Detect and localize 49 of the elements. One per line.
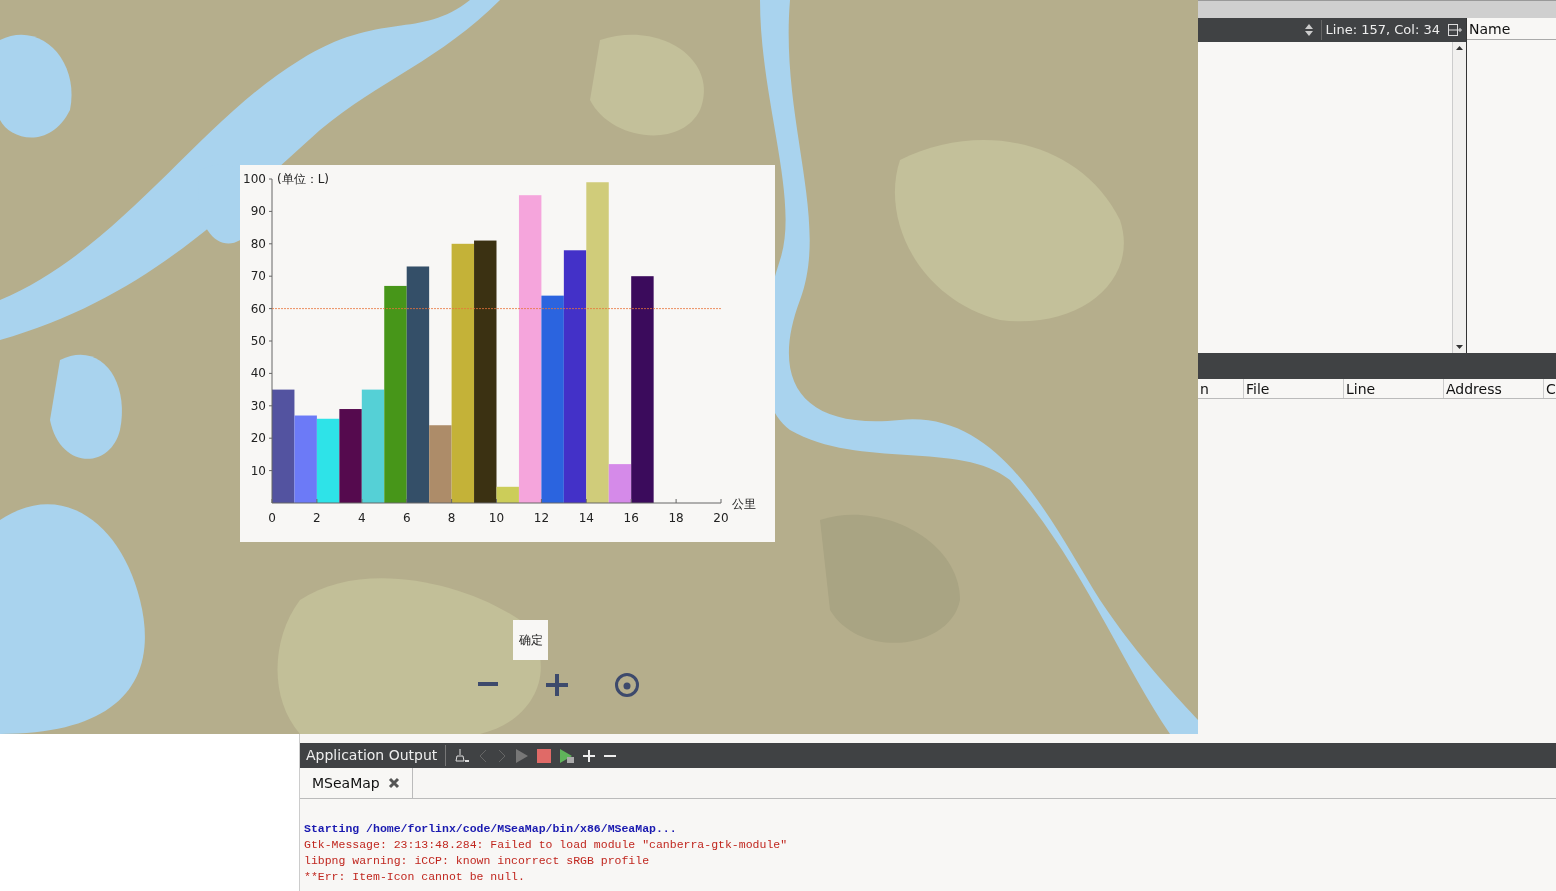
tick-label: 100 xyxy=(243,172,266,186)
tick-label: 80 xyxy=(250,236,266,251)
tick-label: 60 xyxy=(250,301,266,316)
column-header[interactable]: Address xyxy=(1444,379,1544,398)
stop-icon[interactable] xyxy=(537,748,552,763)
tick-label: 0 xyxy=(268,511,276,525)
axis-unit-label: 公里 xyxy=(732,497,756,511)
column-header[interactable]: C xyxy=(1544,379,1556,398)
tick-label: 14 xyxy=(578,511,594,525)
cursor-position: Line: 157, Col: 34 xyxy=(1320,20,1440,40)
close-icon[interactable] xyxy=(387,777,400,789)
locate-icon[interactable] xyxy=(614,672,640,698)
split-icon[interactable] xyxy=(1448,24,1462,36)
tick-label: 20 xyxy=(250,431,266,446)
tick-label: 8 xyxy=(447,511,456,525)
tick-label: 40 xyxy=(250,366,266,381)
column-header[interactable]: Name xyxy=(1467,18,1556,40)
output-line: libpng warning: iCCP: known incorrect sRGB profile xyxy=(304,853,651,869)
panel-title: Application Output xyxy=(306,745,447,766)
tick-label: 16 xyxy=(623,511,639,525)
column-header[interactable]: n xyxy=(1198,379,1244,398)
tick-label: 70 xyxy=(250,269,266,284)
zoom-in-icon[interactable] xyxy=(546,674,568,696)
tick-label: 50 xyxy=(250,334,266,348)
tick-label: 6 xyxy=(402,511,411,525)
tick-label: 2 xyxy=(313,511,321,525)
tick-label: 10 xyxy=(250,463,266,478)
tick-label: 18 xyxy=(668,511,684,525)
tick-label: 4 xyxy=(358,511,366,525)
output-line: Starting /home/forlinx/code/MSeaMap/bin/x86/MSeaMap... xyxy=(304,821,678,837)
output-line: **Err: Item-Icon cannot be null. xyxy=(304,869,526,885)
debug-run-icon[interactable] xyxy=(560,748,575,763)
tick-label: 10 xyxy=(488,511,505,525)
scroll-up-icon[interactable] xyxy=(1456,46,1463,50)
tick-label: 20 xyxy=(713,511,729,525)
tick-label: 12 xyxy=(533,511,550,525)
scroll-down-icon[interactable] xyxy=(1456,345,1463,349)
tick-label: 30 xyxy=(250,398,266,413)
scrollbar[interactable] xyxy=(1452,42,1466,353)
column-header[interactable]: Line xyxy=(1344,379,1444,398)
column-header[interactable]: File xyxy=(1244,379,1344,398)
plus-icon[interactable] xyxy=(583,749,596,762)
confirm-button[interactable]: 确定 xyxy=(513,620,548,660)
output-line: Gtk-Message: 23:13:48.284: Failed to load module "canberra-gtk-module" xyxy=(304,837,789,853)
zoom-out-icon[interactable] xyxy=(478,680,498,688)
tick-label: 90 xyxy=(250,204,266,219)
axis-unit-label: (单位：L) xyxy=(277,172,330,186)
broom-icon[interactable] xyxy=(455,748,470,763)
sort-icon[interactable] xyxy=(1304,24,1313,36)
